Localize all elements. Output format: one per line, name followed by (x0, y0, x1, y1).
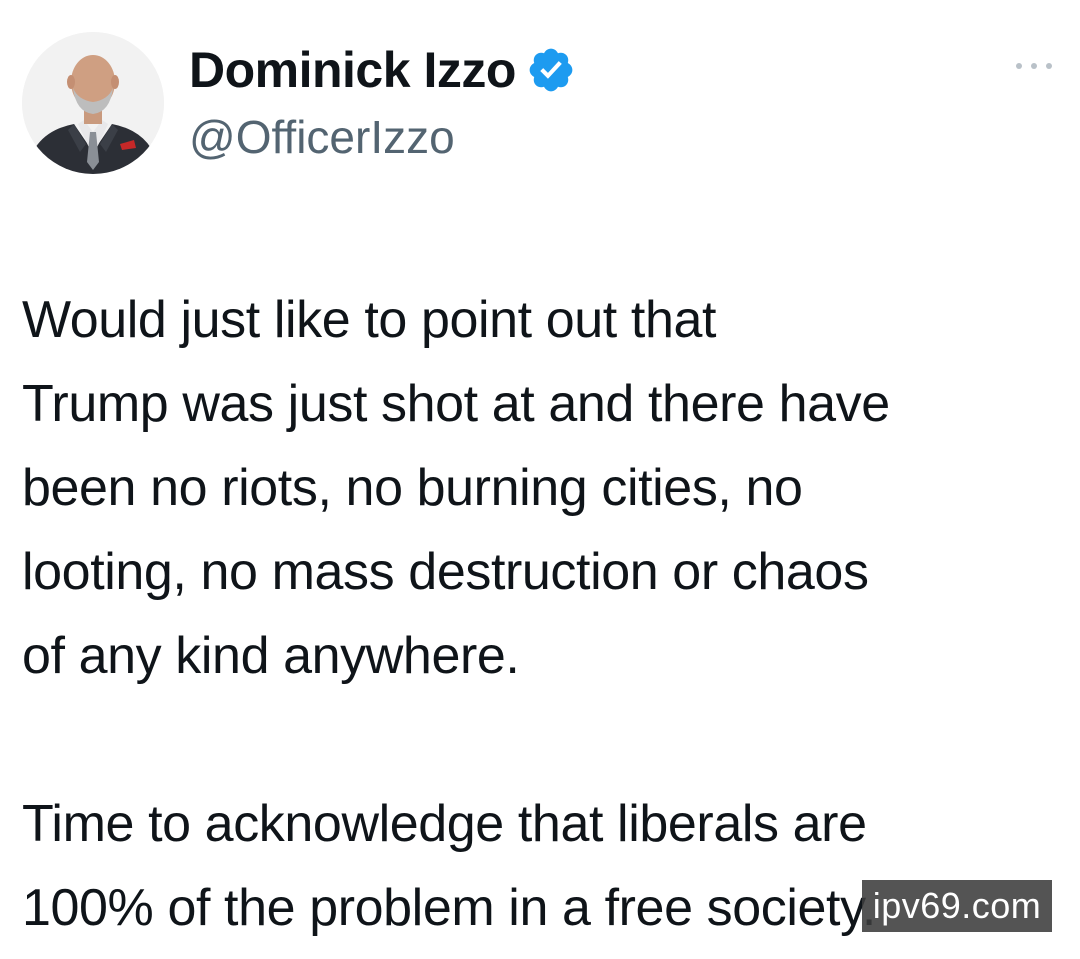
more-dot (1031, 63, 1037, 69)
author-handle[interactable]: @OfficerIzzo (189, 110, 455, 164)
avatar-photo-icon (22, 32, 164, 174)
verified-badge-icon (526, 45, 576, 95)
tweet-paragraph-1: Would just like to point out that Trump … (22, 291, 890, 685)
tweet-text: Would just like to point out that Trump … (22, 278, 1062, 950)
more-dot (1016, 63, 1022, 69)
more-dot (1046, 63, 1052, 69)
author-display-name[interactable]: Dominick Izzo (189, 41, 516, 99)
avatar[interactable] (22, 32, 164, 174)
tweet-card: Dominick Izzo @OfficerIzzo Would just li… (0, 0, 1080, 959)
watermark: ipv69.com (862, 880, 1052, 932)
author-name-row: Dominick Izzo (189, 38, 576, 102)
more-options-icon[interactable] (1016, 58, 1052, 74)
